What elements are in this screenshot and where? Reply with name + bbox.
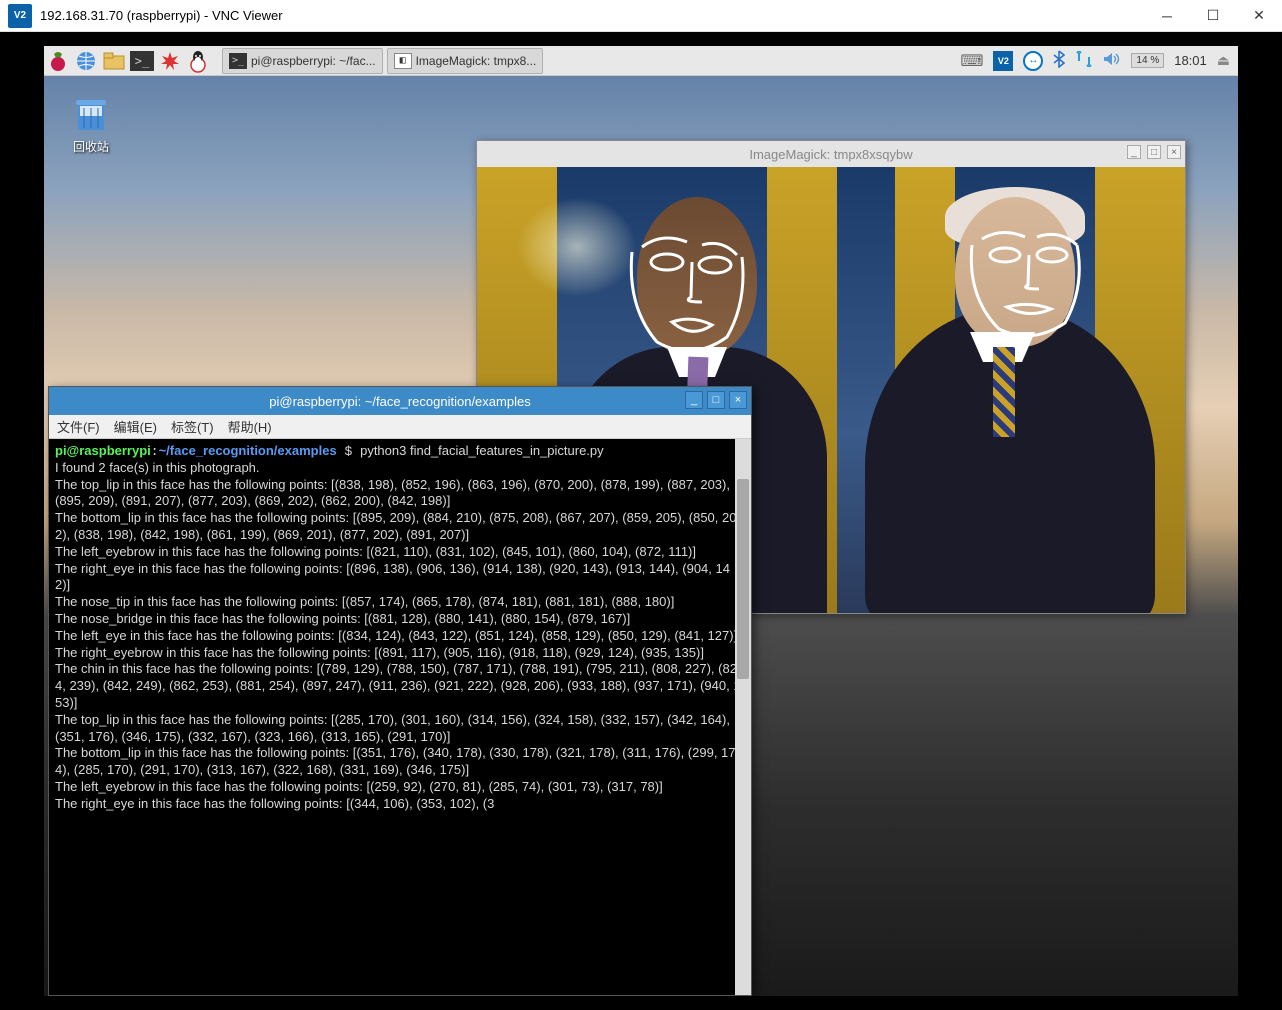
taskbar-item-terminal[interactable]: >_ pi@raspberrypi: ~/fac...: [222, 48, 383, 74]
im-maximize-button[interactable]: □: [1147, 145, 1161, 159]
blast-icon[interactable]: [156, 47, 184, 75]
imagemagick-task-icon: ◧: [394, 53, 412, 69]
scrollbar-thumb[interactable]: [737, 479, 749, 679]
bluetooth-icon[interactable]: [1053, 50, 1065, 71]
penguin-icon[interactable]: [184, 47, 212, 75]
raspberry-pi-desktop[interactable]: >_ >_ pi@raspberrypi: ~/fac... ◧ ImageMa…: [44, 46, 1238, 996]
imagemagick-title: ImageMagick: tmpx8xsqybw: [749, 147, 912, 162]
browser-icon[interactable]: [72, 47, 100, 75]
terminal-menubar: 文件(F) 编辑(E) 标签(T) 帮助(H): [49, 415, 751, 439]
terminal-close-button[interactable]: ×: [729, 391, 747, 409]
raspberry-menu-icon[interactable]: [44, 47, 72, 75]
maximize-button[interactable]: ☐: [1190, 0, 1236, 32]
menu-file[interactable]: 文件(F): [57, 417, 100, 436]
terminal-scrollbar[interactable]: [735, 439, 751, 995]
close-button[interactable]: ✕: [1236, 0, 1282, 32]
eject-icon[interactable]: ⏏: [1217, 52, 1230, 69]
system-tray: ⌨ V2 ↔ 14 % 18:01 ⏏: [960, 50, 1238, 71]
terminal-maximize-button[interactable]: □: [707, 391, 725, 409]
terminal-text: pi@raspberrypi:~/face_recognition/exampl…: [49, 439, 751, 817]
terminal-body[interactable]: pi@raspberrypi:~/face_recognition/exampl…: [49, 439, 751, 995]
vnc-viewer-titlebar: V2 192.168.31.70 (raspberrypi) - VNC Vie…: [0, 0, 1282, 32]
vnc-frame: >_ >_ pi@raspberrypi: ~/fac... ◧ ImageMa…: [0, 32, 1282, 1010]
imagemagick-titlebar[interactable]: ImageMagick: tmpx8xsqybw _ □ ×: [477, 141, 1185, 167]
terminal-task-icon: >_: [229, 53, 247, 69]
terminal-title: pi@raspberrypi: ~/face_recognition/examp…: [269, 394, 530, 409]
network-icon[interactable]: [1075, 51, 1093, 70]
menu-tabs[interactable]: 标签(T): [171, 417, 214, 436]
im-minimize-button[interactable]: _: [1127, 145, 1141, 159]
im-close-button[interactable]: ×: [1167, 145, 1181, 159]
vnc-logo-icon: V2: [8, 4, 32, 28]
taskbar-item-imagemagick[interactable]: ◧ ImageMagick: tmpx8...: [387, 48, 544, 74]
vnc-server-icon[interactable]: V2: [993, 51, 1013, 71]
clock[interactable]: 18:01: [1174, 53, 1207, 68]
terminal-titlebar[interactable]: pi@raspberrypi: ~/face_recognition/examp…: [49, 387, 751, 415]
rpi-taskbar: >_ >_ pi@raspberrypi: ~/fac... ◧ ImageMa…: [44, 46, 1238, 76]
desktop-trash[interactable]: 回收站: [56, 92, 126, 155]
keyboard-icon[interactable]: ⌨: [960, 51, 983, 71]
menu-help[interactable]: 帮助(H): [228, 417, 272, 436]
window-title: 192.168.31.70 (raspberrypi) - VNC Viewer: [40, 8, 1144, 23]
file-manager-icon[interactable]: [100, 47, 128, 75]
trash-icon: [70, 92, 112, 134]
terminal-minimize-button[interactable]: _: [685, 391, 703, 409]
teamviewer-icon[interactable]: ↔: [1023, 51, 1043, 71]
terminal-window[interactable]: pi@raspberrypi: ~/face_recognition/examp…: [48, 386, 752, 996]
trash-label: 回收站: [56, 138, 126, 155]
terminal-launcher-icon[interactable]: >_: [130, 51, 154, 71]
menu-edit[interactable]: 编辑(E): [114, 417, 157, 436]
cpu-usage-badge[interactable]: 14 %: [1131, 53, 1164, 68]
volume-icon[interactable]: [1103, 52, 1121, 69]
taskbar-item-label: ImageMagick: tmpx8...: [416, 54, 537, 68]
taskbar-item-label: pi@raspberrypi: ~/fac...: [251, 54, 376, 68]
minimize-button[interactable]: ─: [1144, 0, 1190, 32]
